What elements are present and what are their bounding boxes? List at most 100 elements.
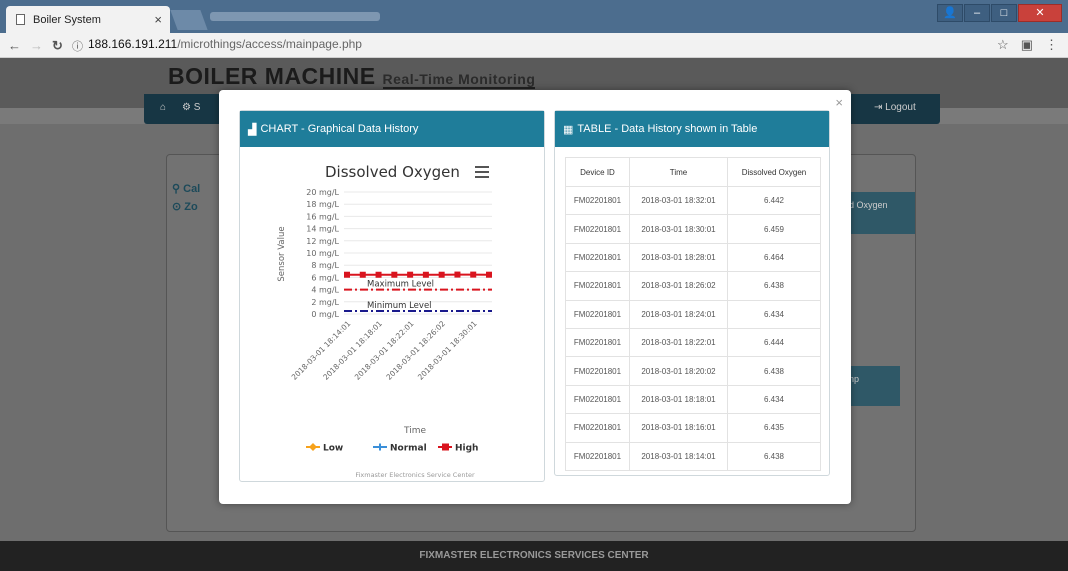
table-row: FM02201801 2018-03-01 18:18:01 6.434 (565, 384, 821, 415)
chart-panel: ▟ CHART - Graphical Data History Dissolv… (239, 110, 545, 482)
table-panel: ▦ TABLE - Data History shown in Table De… (554, 110, 830, 476)
y-tick-label: 14 mg/L (306, 225, 339, 234)
data-point (407, 271, 414, 278)
user-icon[interactable]: 👤 (937, 4, 963, 22)
y-tick-label: 2 mg/L (311, 298, 339, 307)
url-field[interactable]: 188.166.191.211/microthings/access/mainp… (88, 37, 362, 51)
x-tick-label: 2018-03-01 18:18:01 (321, 319, 384, 382)
close-window-button[interactable]: ✕ (1018, 4, 1062, 22)
table-row: FM02201801 2018-03-01 18:28:01 6.464 (565, 242, 821, 273)
document-icon (16, 14, 25, 25)
data-point (359, 271, 366, 278)
y-axis-title: Sensor Value (277, 226, 287, 281)
data-point (375, 271, 382, 278)
logout-icon: ⇥ (874, 102, 883, 113)
info-icon[interactable]: ⓘ (72, 38, 83, 54)
cell-dissolved-oxygen: 6.444 (727, 327, 821, 358)
reload-icon[interactable]: ↻ (52, 38, 63, 54)
x-tick-label: 2018-03-01 18:26:02 (384, 319, 447, 382)
y-tick-label: 18 mg/L (306, 200, 339, 209)
cell-device-id: FM02201801 (565, 242, 630, 273)
cell-time: 2018-03-01 18:28:01 (629, 242, 728, 273)
back-arrow-icon[interactable]: ← (8, 38, 21, 53)
data-history-table: Device ID Time Dissolved Oxygen FM022018… (565, 157, 821, 471)
data-point (438, 271, 445, 278)
cell-device-id: FM02201801 (565, 327, 630, 358)
x-axis-title: Time (403, 426, 426, 436)
home-icon[interactable]: ⌂ (160, 102, 166, 113)
logout-link[interactable]: ⇥ Logout (874, 102, 916, 113)
table-row: FM02201801 2018-03-01 18:22:01 6.444 (565, 327, 821, 358)
cell-device-id: FM02201801 (565, 413, 630, 443)
table-row: FM02201801 2018-03-01 18:24:01 6.434 (565, 299, 821, 329)
table-header-device-id: Device ID (565, 157, 630, 187)
cell-dissolved-oxygen: 6.464 (727, 242, 821, 273)
side-link-1[interactable]: ⚲ Cal (172, 180, 200, 198)
y-tick-label: 12 mg/L (306, 237, 339, 246)
tab-close-icon[interactable]: × (154, 12, 162, 27)
y-tick-label: 20 mg/L (306, 188, 339, 197)
modal-close-button[interactable]: × (835, 95, 843, 110)
table-icon: ▦ (563, 123, 574, 136)
data-point (344, 271, 350, 278)
settings-icon[interactable]: ⚙ S (182, 102, 200, 113)
cell-dissolved-oxygen: 6.438 (727, 271, 821, 301)
brand-subtitle: Real-Time Monitoring (382, 71, 536, 89)
side-link-2[interactable]: ⊙ Zo (172, 198, 200, 216)
brand-title: BOILER MACHINE (168, 63, 376, 89)
chart-panel-header: ▟ CHART - Graphical Data History (240, 111, 544, 147)
data-history-modal: × ▟ CHART - Graphical Data History Disso… (219, 90, 851, 504)
table-header-dissolved-oxygen: Dissolved Oxygen (727, 157, 821, 187)
side-link-1-label: Cal (183, 183, 201, 195)
x-tick-label: 2018-03-01 18:30:01 (416, 319, 479, 382)
menu-kebab-icon[interactable]: ⋮ (1045, 37, 1058, 53)
side-links: ⚲ Cal ⊙ Zo (172, 180, 200, 216)
cell-time: 2018-03-01 18:26:02 (629, 271, 728, 301)
x-tick-label: 2018-03-01 18:22:01 (353, 319, 416, 382)
tile-oxygen[interactable]: d Oxygen (845, 192, 915, 234)
url-host: 188.166.191.211 (88, 37, 178, 51)
table-header-time: Time (629, 157, 728, 187)
extension-icon[interactable]: ▣ (1021, 37, 1033, 53)
star-icon[interactable]: ☆ (997, 37, 1009, 53)
forward-arrow-icon[interactable]: → (30, 38, 43, 53)
legend-marker (442, 443, 449, 451)
maximize-button[interactable]: □ (991, 4, 1017, 22)
minimize-button[interactable]: – (964, 4, 990, 22)
plot-line-label: Minimum Level (367, 301, 432, 311)
area-chart-icon: ▟ (248, 123, 257, 136)
cell-device-id: FM02201801 (565, 384, 630, 415)
chart-area: Dissolved Oxygen Sensor Value Time 20 mg… (240, 147, 544, 481)
y-tick-label: 16 mg/L (306, 212, 339, 221)
cell-dissolved-oxygen: 6.438 (727, 356, 821, 386)
page-footer: FIXMASTER ELECTRONICS SERVICES CENTER (0, 541, 1068, 571)
cell-time: 2018-03-01 18:14:01 (629, 441, 728, 471)
cell-dissolved-oxygen: 6.434 (727, 299, 821, 329)
table-panel-title: TABLE - Data History shown in Table (577, 123, 758, 135)
table-row: FM02201801 2018-03-01 18:20:02 6.438 (565, 356, 821, 386)
legend-label: Low (323, 444, 343, 454)
legend-marker (309, 443, 317, 451)
cell-device-id: FM02201801 (565, 356, 630, 386)
cell-dissolved-oxygen: 6.434 (727, 384, 821, 415)
browser-tab[interactable]: Boiler System × (6, 6, 170, 33)
y-tick-label: 4 mg/L (311, 286, 339, 295)
chart-title: Dissolved Oxygen (325, 163, 460, 181)
cell-dissolved-oxygen: 6.442 (727, 185, 821, 216)
cell-time: 2018-03-01 18:18:01 (629, 384, 728, 415)
chart-menu-icon[interactable] (475, 166, 489, 181)
blurred-menu (210, 12, 380, 21)
cell-device-id: FM02201801 (565, 271, 630, 301)
cell-time: 2018-03-01 18:32:01 (629, 185, 728, 216)
cell-dissolved-oxygen: 6.459 (727, 214, 821, 244)
new-tab-button[interactable] (170, 10, 208, 30)
chart-credits: Fixmaster Electronics Service Center (355, 471, 475, 479)
table-row: FM02201801 2018-03-01 18:26:02 6.438 (565, 271, 821, 301)
data-point (454, 271, 461, 278)
y-tick-label: 6 mg/L (311, 273, 339, 282)
cell-time: 2018-03-01 18:24:01 (629, 299, 728, 329)
tile-temp[interactable]: np (845, 366, 900, 406)
address-bar: ← → ↻ ⓘ 188.166.191.211/microthings/acce… (0, 33, 1068, 58)
side-link-2-label: Zo (184, 201, 198, 213)
cell-device-id: FM02201801 (565, 185, 630, 216)
